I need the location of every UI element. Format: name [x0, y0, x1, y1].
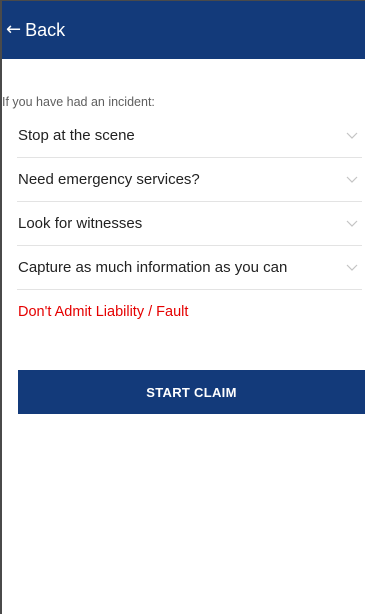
chevron-down-icon: [346, 174, 358, 186]
step-label: Need emergency services?: [18, 171, 200, 188]
screen: ← Back If you have had an incident: Stop…: [0, 0, 365, 614]
left-arrow-icon: ←: [6, 19, 22, 40]
step-stop-at-scene[interactable]: Stop at the scene: [17, 114, 362, 158]
step-capture-information[interactable]: Capture as much information as you can: [17, 246, 362, 290]
step-emergency-services[interactable]: Need emergency services?: [17, 158, 362, 202]
chevron-down-icon: [346, 130, 358, 142]
start-claim-button[interactable]: START CLAIM: [18, 370, 365, 414]
back-button[interactable]: ← Back: [2, 1, 365, 59]
back-label: Back: [25, 19, 66, 40]
incident-steps-list: Stop at the scene Need emergency service…: [17, 114, 362, 290]
step-label: Look for witnesses: [18, 215, 143, 232]
liability-warning: Don't Admit Liability / Fault: [18, 304, 189, 320]
step-label: Stop at the scene: [18, 127, 135, 144]
step-label: Capture as much information as you can: [18, 259, 288, 276]
intro-text: If you have had an incident:: [2, 95, 155, 109]
chevron-down-icon: [346, 218, 358, 230]
step-look-for-witnesses[interactable]: Look for witnesses: [17, 202, 362, 246]
incident-content: If you have had an incident: Stop at the…: [2, 59, 365, 322]
chevron-down-icon: [346, 262, 358, 274]
